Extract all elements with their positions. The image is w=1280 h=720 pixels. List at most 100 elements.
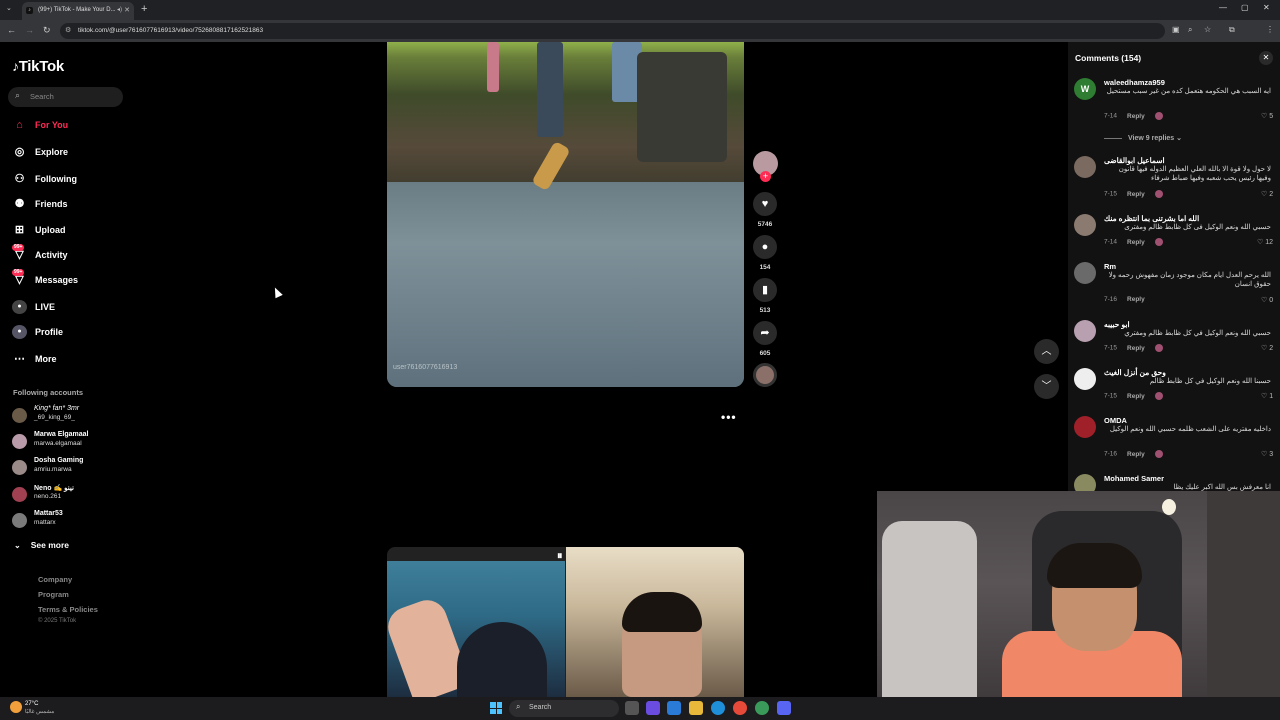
previous-video-button[interactable]: ︿ (1034, 339, 1059, 364)
install-app-icon[interactable]: ▣ (1172, 25, 1180, 34)
comment-like-button[interactable]: ♡ 5 (1261, 112, 1273, 120)
comment-date: 7-16 (1104, 450, 1118, 458)
comment-user[interactable]: waleedhamza959 (1104, 78, 1165, 87)
avatar-icon: ● (12, 325, 27, 339)
weather-widget[interactable]: 27°C مشمس غالبًا (10, 700, 70, 718)
copilot-icon[interactable] (646, 701, 660, 715)
comment-user[interactable]: الله اما بشرتنى بما انتظره منك (1104, 214, 1199, 223)
comment-like-button[interactable]: ♡ 1 (1261, 392, 1273, 400)
comment-like-button[interactable]: ♡ 2 (1261, 344, 1273, 352)
nav-activity[interactable]: ▽ 99+ Activity (12, 244, 127, 264)
comment-user[interactable]: OMDA (1104, 416, 1127, 425)
avatar[interactable] (1074, 416, 1096, 438)
file-explorer-icon[interactable] (689, 701, 703, 715)
following-account[interactable]: Mattar53 mattarx (12, 510, 122, 532)
maximize-icon[interactable]: ▢ (1241, 3, 1249, 12)
windows-start-icon[interactable] (490, 702, 502, 714)
zoom-icon[interactable]: ⌕ (1188, 25, 1192, 35)
close-comments-button[interactable]: ✕ (1259, 51, 1273, 65)
see-more-button[interactable]: ⌄ See more (14, 540, 69, 550)
save-button[interactable]: ▮ (753, 278, 777, 302)
following-account[interactable]: King* fan* 3mr _69_king_69_ (12, 405, 122, 427)
search-input[interactable]: ⌕ Search (8, 87, 123, 107)
reply-button[interactable]: Reply (1127, 451, 1145, 458)
pause-icon[interactable]: ⏸ (557, 550, 563, 563)
comment-text: داخليه مفتريه على الشعب ظلمه حسبي الله و… (1109, 426, 1271, 433)
footer-terms-link[interactable]: Terms & Policies (38, 605, 98, 614)
reply-button[interactable]: Reply (1127, 191, 1145, 198)
tab-search-icon[interactable]: ⌄ (6, 4, 12, 12)
close-window-icon[interactable]: ✕ (1263, 3, 1270, 12)
tab-close-icon[interactable]: ✕ (124, 6, 130, 14)
comment-meta: 7-16 Reply (1104, 296, 1145, 303)
footer-company-link[interactable]: Company (38, 575, 72, 584)
following-account[interactable]: Dosha Gaming amriu.marwa (12, 457, 122, 479)
nav-explore[interactable]: ◎ Explore (12, 145, 127, 161)
heart-icon: ♥ (761, 198, 769, 210)
nav-live[interactable]: ● LIVE (12, 300, 127, 316)
next-video-player[interactable]: ⏸ (387, 547, 744, 697)
comment-user[interactable]: ابو حبيبه (1104, 320, 1130, 329)
avatar[interactable] (1074, 320, 1096, 342)
tiktok-logo[interactable]: ♪TikTok (12, 58, 64, 75)
nav-more[interactable]: ⋯ More (12, 352, 127, 368)
avatar[interactable] (1074, 214, 1096, 236)
more-options-icon[interactable]: ••• (721, 410, 737, 424)
comment-like-button[interactable]: ♡ 0 (1261, 296, 1273, 304)
share-button[interactable]: ➦ (753, 321, 777, 345)
chrome-icon[interactable] (733, 701, 747, 715)
nav-label: For You (35, 120, 69, 130)
edge-icon[interactable] (711, 701, 725, 715)
reload-icon[interactable]: ↻ (43, 25, 51, 36)
creator-avatar-icon (1154, 112, 1163, 120)
new-tab-button[interactable]: + (141, 3, 147, 15)
nav-upload[interactable]: ⊞ Upload (12, 223, 127, 239)
reply-button[interactable]: Reply (1127, 113, 1145, 120)
avatar[interactable] (1074, 156, 1096, 178)
comment-like-button[interactable]: ♡ 3 (1261, 450, 1273, 458)
following-account[interactable]: Marwa Elgamaal marwa.elgamaal (12, 431, 122, 453)
like-button[interactable]: ♥ (753, 192, 777, 216)
speaker-icon[interactable]: ◂) (117, 6, 122, 13)
minimize-icon[interactable]: — (1219, 3, 1227, 12)
reply-button[interactable]: Reply (1127, 296, 1145, 303)
discord-icon[interactable] (777, 701, 791, 715)
comment-user[interactable]: Rm (1104, 262, 1116, 271)
browser-tab-tiktok[interactable]: ♪ (99+) TikTok - Make Your D... ◂) ✕ (22, 2, 134, 20)
avatar[interactable]: W (1074, 78, 1096, 100)
reply-button[interactable]: Reply (1127, 239, 1145, 246)
site-info-icon[interactable]: ⚙ (65, 26, 71, 34)
next-video-button[interactable]: ﹀ (1034, 374, 1059, 399)
view-replies-button[interactable]: View 9 replies ⌄ (1104, 134, 1182, 142)
store-icon[interactable] (667, 701, 681, 715)
address-bar[interactable]: ⚙ tiktok.com/@user7616077616913/video/75… (60, 23, 1165, 39)
forward-icon[interactable]: → (25, 25, 34, 35)
avatar[interactable] (1074, 368, 1096, 390)
reply-button[interactable]: Reply (1127, 345, 1145, 352)
comment-user[interactable]: Mohamed Samer (1104, 474, 1164, 483)
comment-user[interactable]: وحق من أنزل الغيث (1104, 368, 1166, 377)
task-view-icon[interactable] (625, 701, 639, 715)
footer-program-link[interactable]: Program (38, 590, 69, 599)
browser-menu-icon[interactable]: ⋮ (1266, 25, 1274, 34)
comment-like-button[interactable]: ♡ 2 (1261, 190, 1273, 198)
extensions-icon[interactable]: ⧉ (1229, 25, 1235, 35)
back-icon[interactable]: ← (7, 25, 16, 35)
nav-messages[interactable]: ▽ 99+ Messages (12, 269, 127, 289)
comment-user[interactable]: اسماعيل ابوالقاضى (1104, 156, 1165, 165)
video-player[interactable]: user7616077616913 (387, 42, 744, 387)
taskbar-search[interactable]: ⌕ Search (509, 700, 619, 717)
nav-for-you[interactable]: ⌂ For You (12, 118, 127, 134)
reply-button[interactable]: Reply (1127, 393, 1145, 400)
bookmark-star-icon[interactable]: ☆ (1204, 25, 1211, 34)
app-icon[interactable] (755, 701, 769, 715)
music-disc-icon[interactable] (753, 363, 777, 387)
follow-plus-icon[interactable]: + (760, 171, 771, 182)
comment-like-button[interactable]: ♡ 12 (1257, 238, 1273, 246)
nav-following[interactable]: ⚇ Following (12, 172, 127, 188)
comment-button[interactable]: ● (753, 235, 777, 259)
following-account[interactable]: Neno ✍ نينو neno.261 (12, 484, 122, 506)
nav-profile[interactable]: ● Profile (12, 325, 127, 341)
avatar[interactable] (1074, 262, 1096, 284)
nav-friends[interactable]: ⚉ Friends (12, 197, 127, 213)
